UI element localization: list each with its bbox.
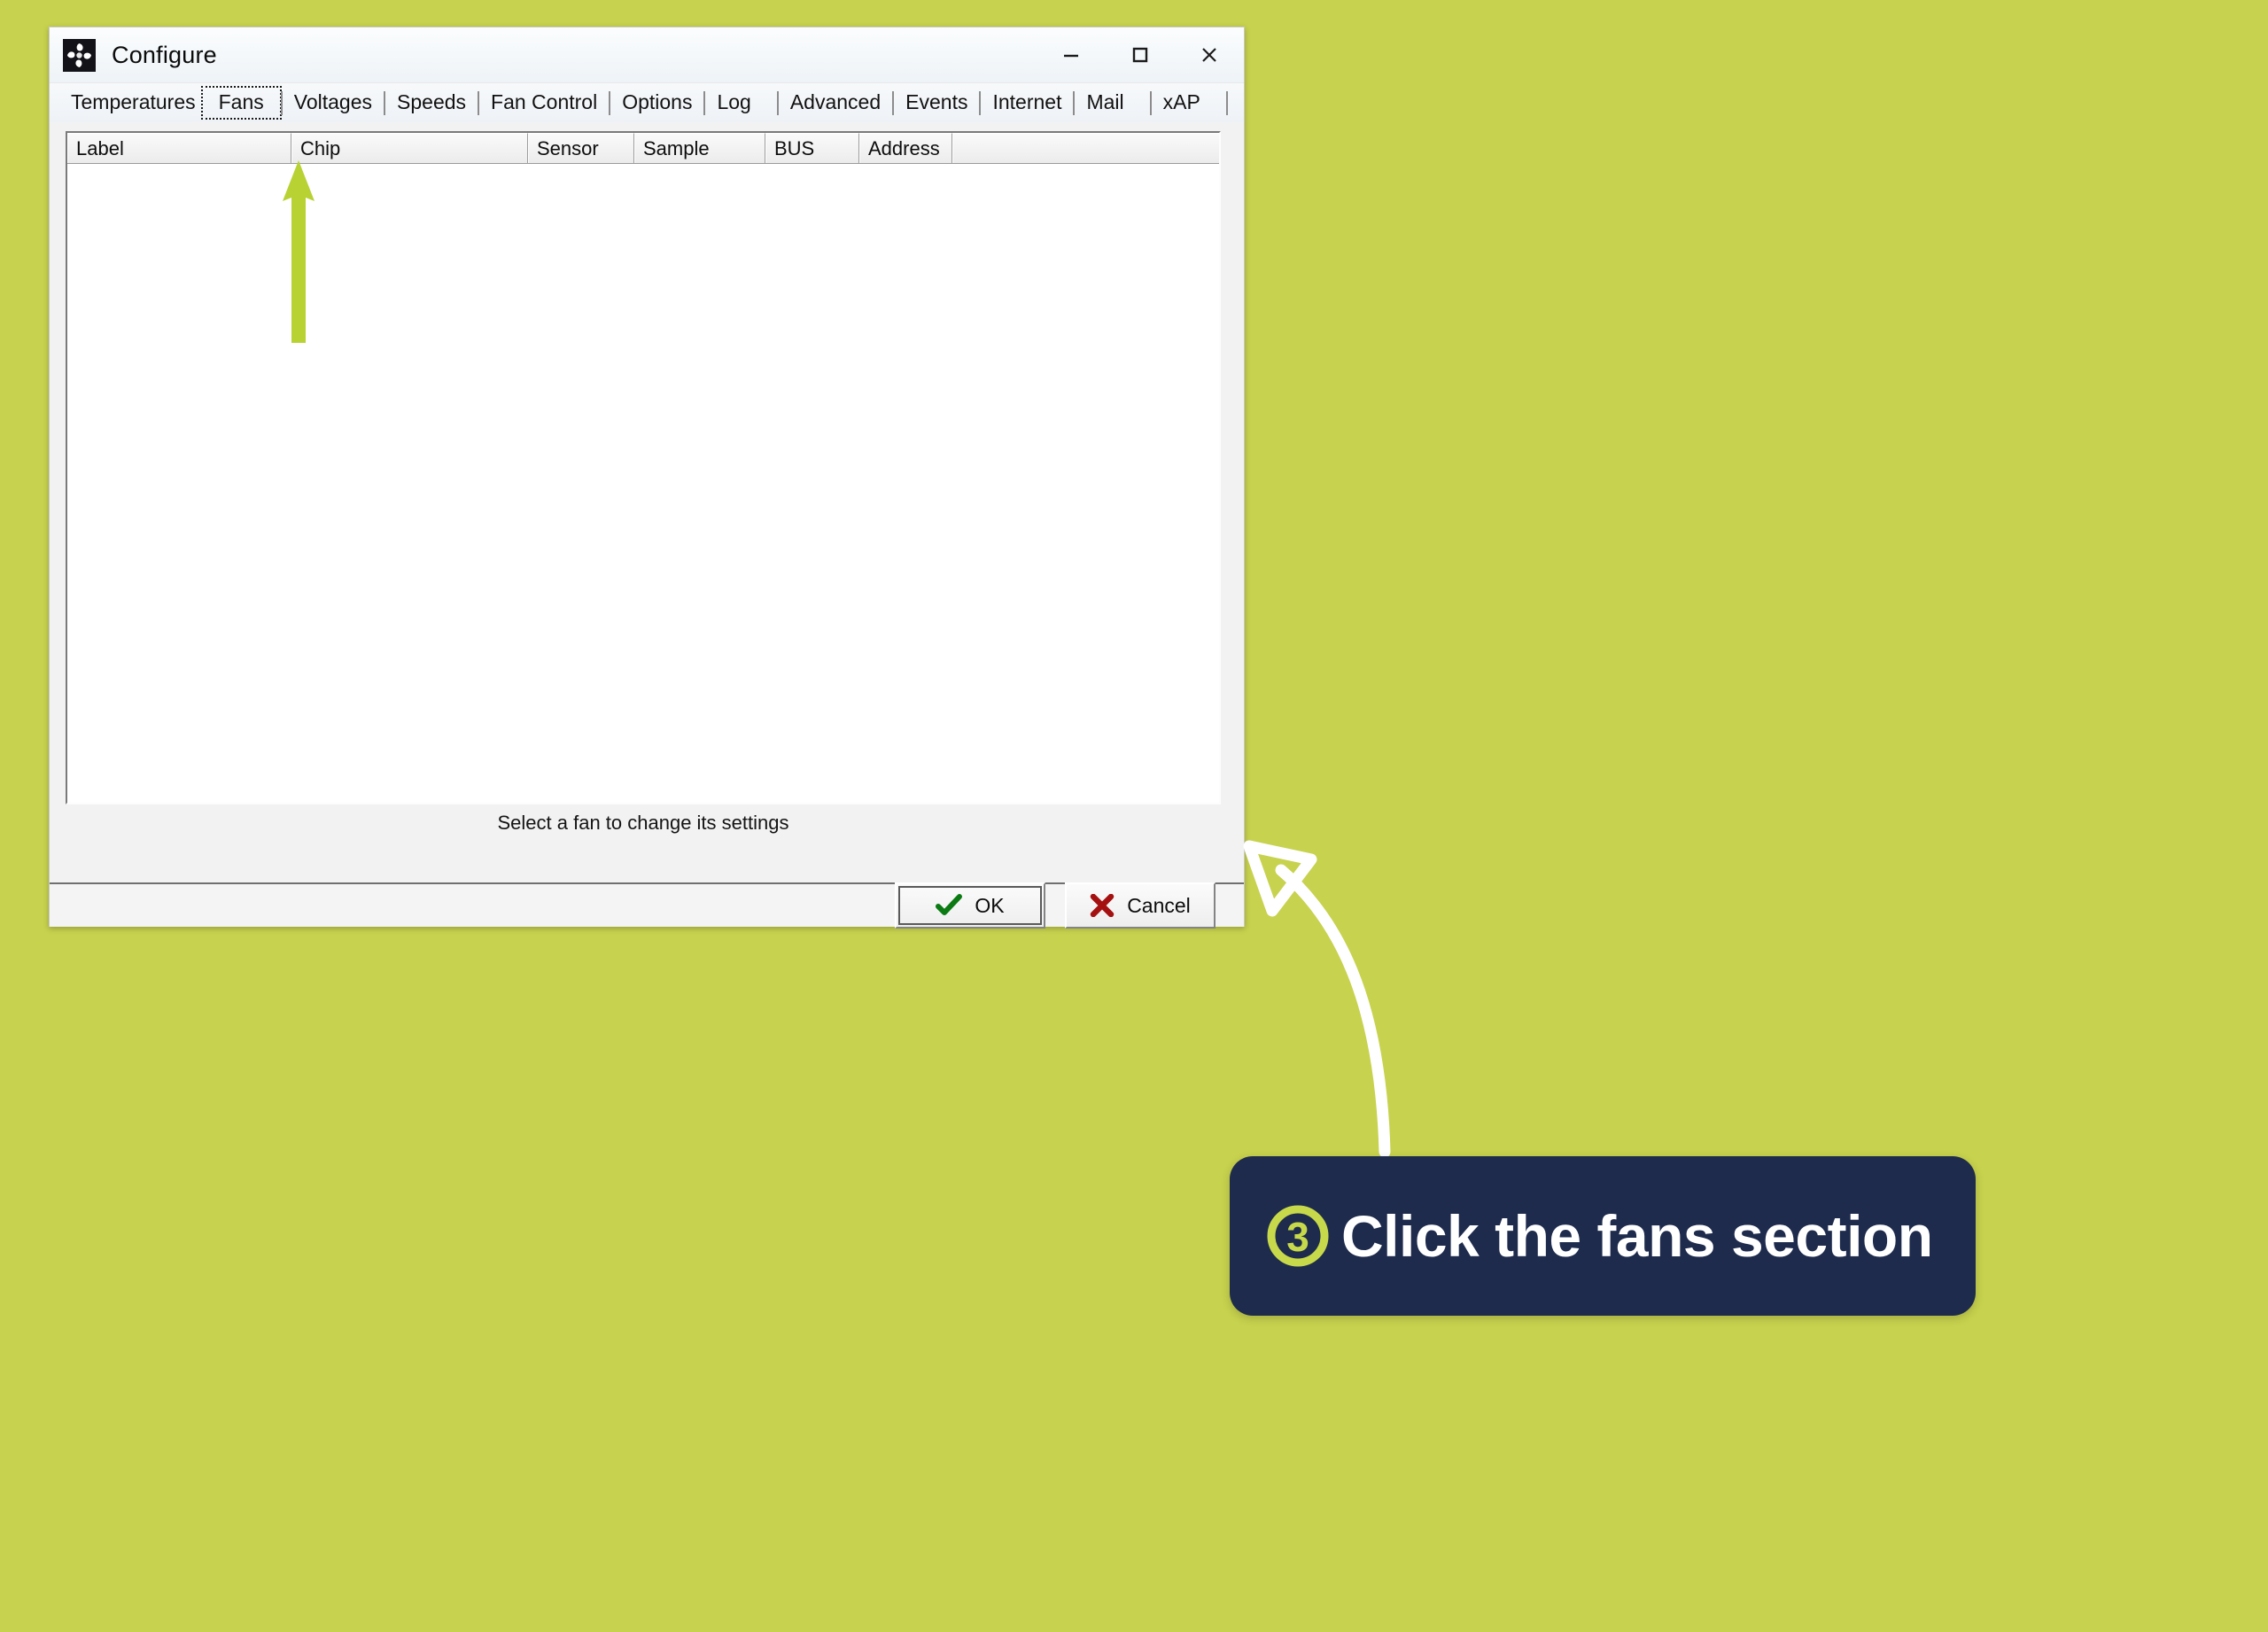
tab-separator — [1225, 90, 1228, 115]
tab-xap[interactable]: xAP — [1154, 89, 1209, 116]
column-header-bus[interactable]: BUS — [765, 133, 859, 163]
column-header-address[interactable]: Address — [859, 133, 952, 163]
step-number-icon: 3 — [1265, 1203, 1331, 1269]
tab-internet[interactable]: Internet — [983, 89, 1070, 116]
dialog-button-bar: OK Cancel — [50, 882, 1244, 929]
curved-arrow-pointer — [1239, 833, 1460, 1170]
tab-separator — [609, 90, 611, 115]
cross-icon — [1090, 894, 1115, 917]
tab-mail[interactable]: Mail — [1077, 89, 1132, 116]
column-header-label[interactable]: Label — [67, 133, 291, 163]
column-header-filler — [952, 133, 1219, 163]
tab-speeds[interactable]: Speeds — [388, 89, 475, 116]
column-header-chip[interactable]: Chip — [291, 133, 528, 163]
fan-list-header: Label Chip Sensor Sample BUS Address — [67, 133, 1219, 164]
fan-list-body[interactable] — [67, 164, 1219, 803]
tab-fans[interactable]: Fans — [200, 86, 282, 120]
fans-tab-page: Label Chip Sensor Sample BUS Address Sel… — [50, 122, 1244, 884]
callout-text: Click the fans section — [1341, 1203, 1933, 1269]
tab-events[interactable]: Events — [897, 89, 976, 116]
step-callout: 3 Click the fans section — [1230, 1156, 1976, 1316]
tab-separator — [280, 90, 283, 115]
tab-separator — [776, 90, 779, 115]
minimize-icon[interactable] — [1037, 27, 1106, 82]
tab-separator — [478, 90, 480, 115]
tab-advanced[interactable]: Advanced — [781, 89, 889, 116]
ok-button-label: OK — [975, 893, 1005, 917]
tab-separator — [1073, 90, 1076, 115]
window-titlebar: Configure — [50, 27, 1244, 83]
svg-text:3: 3 — [1286, 1214, 1309, 1260]
tab-separator — [384, 90, 386, 115]
fan-icon — [63, 38, 96, 72]
configure-window: Configure Temperatures Fans Voltages Spe… — [49, 27, 1245, 929]
window-title: Configure — [112, 41, 217, 68]
maximize-icon[interactable] — [1106, 27, 1175, 82]
window-controls — [1037, 27, 1244, 82]
fan-list[interactable]: Label Chip Sensor Sample BUS Address — [66, 131, 1221, 804]
tab-separator — [1149, 90, 1152, 115]
ok-button[interactable]: OK — [895, 882, 1045, 929]
close-icon[interactable] — [1175, 27, 1244, 82]
column-header-sample[interactable]: Sample — [634, 133, 765, 163]
column-header-sensor[interactable]: Sensor — [528, 133, 634, 163]
tab-temperatures[interactable]: Temperatures — [62, 89, 205, 116]
tab-voltages[interactable]: Voltages — [285, 89, 381, 116]
tab-strip: Temperatures Fans Voltages Speeds Fan Co… — [50, 83, 1244, 122]
tab-options[interactable]: Options — [613, 89, 701, 116]
status-text: Select a fan to change its settings — [497, 812, 789, 834]
tab-log[interactable]: Log — [708, 89, 759, 116]
tab-separator — [979, 90, 982, 115]
tab-separator — [892, 90, 895, 115]
check-icon — [936, 894, 963, 917]
tab-fan-control[interactable]: Fan Control — [482, 89, 606, 116]
cancel-button[interactable]: Cancel — [1065, 882, 1216, 929]
cancel-button-label: Cancel — [1127, 893, 1191, 917]
tab-separator — [703, 90, 706, 115]
